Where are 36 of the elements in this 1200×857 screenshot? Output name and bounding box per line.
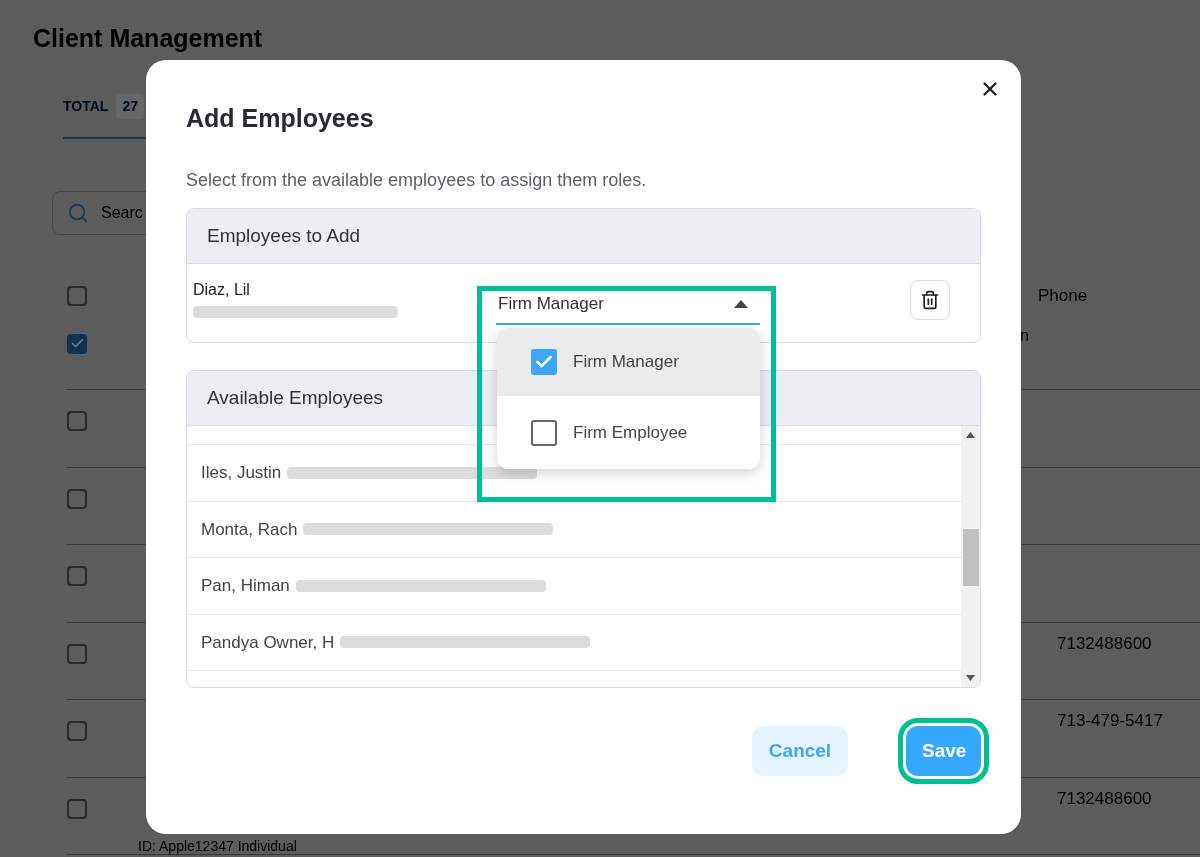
scrollbar[interactable]	[961, 426, 980, 687]
checkbox[interactable]	[67, 285, 87, 306]
checkbox[interactable]	[67, 721, 87, 741]
delete-button[interactable]	[910, 280, 950, 320]
employee-name: Diaz, Lil	[193, 280, 251, 300]
caret-up-icon	[734, 299, 748, 308]
page-title: Client Management	[33, 23, 264, 54]
checkbox[interactable]	[67, 488, 87, 509]
checkbox[interactable]	[67, 798, 87, 819]
employee-row[interactable]: Iles, Justin	[187, 445, 961, 502]
checkbox[interactable]	[67, 643, 87, 664]
table-cell-text: n	[1020, 325, 1029, 346]
menu-option[interactable]: Firm Manager	[497, 328, 760, 396]
dialog-subtitle: Select from the available employees to assign them roles.	[186, 169, 648, 192]
panel-header: Employees to Add	[187, 209, 980, 263]
scroll-up-icon	[966, 432, 975, 438]
column-header: Phone	[1038, 284, 1088, 307]
scroll-thumb[interactable]	[963, 529, 979, 586]
phone-number: 713-479-5417	[1057, 710, 1163, 732]
employee-row[interactable]: Monta, Rach	[187, 501, 961, 558]
search-icon	[67, 201, 89, 224]
menu-option[interactable]: Firm Employee	[497, 396, 760, 469]
client-id: ID: Apple12347 Individual	[138, 836, 297, 855]
employee-row[interactable]: Pandya Owner, H	[187, 614, 961, 671]
checkbox[interactable]	[67, 411, 87, 431]
trash-icon	[920, 290, 940, 310]
checkbox[interactable]	[531, 419, 557, 446]
checkbox[interactable]	[67, 566, 87, 586]
phone-number: 7132488600	[1057, 787, 1152, 810]
checkbox[interactable]	[531, 349, 557, 375]
role-select[interactable]: Firm Manager	[496, 284, 760, 325]
phone-number: 7132488600	[1057, 632, 1152, 655]
employee-row[interactable]: Pan, Himan	[187, 558, 961, 615]
scroll-down-icon	[966, 675, 975, 681]
count-badge: 27	[116, 93, 144, 119]
checkbox[interactable]	[67, 333, 87, 354]
